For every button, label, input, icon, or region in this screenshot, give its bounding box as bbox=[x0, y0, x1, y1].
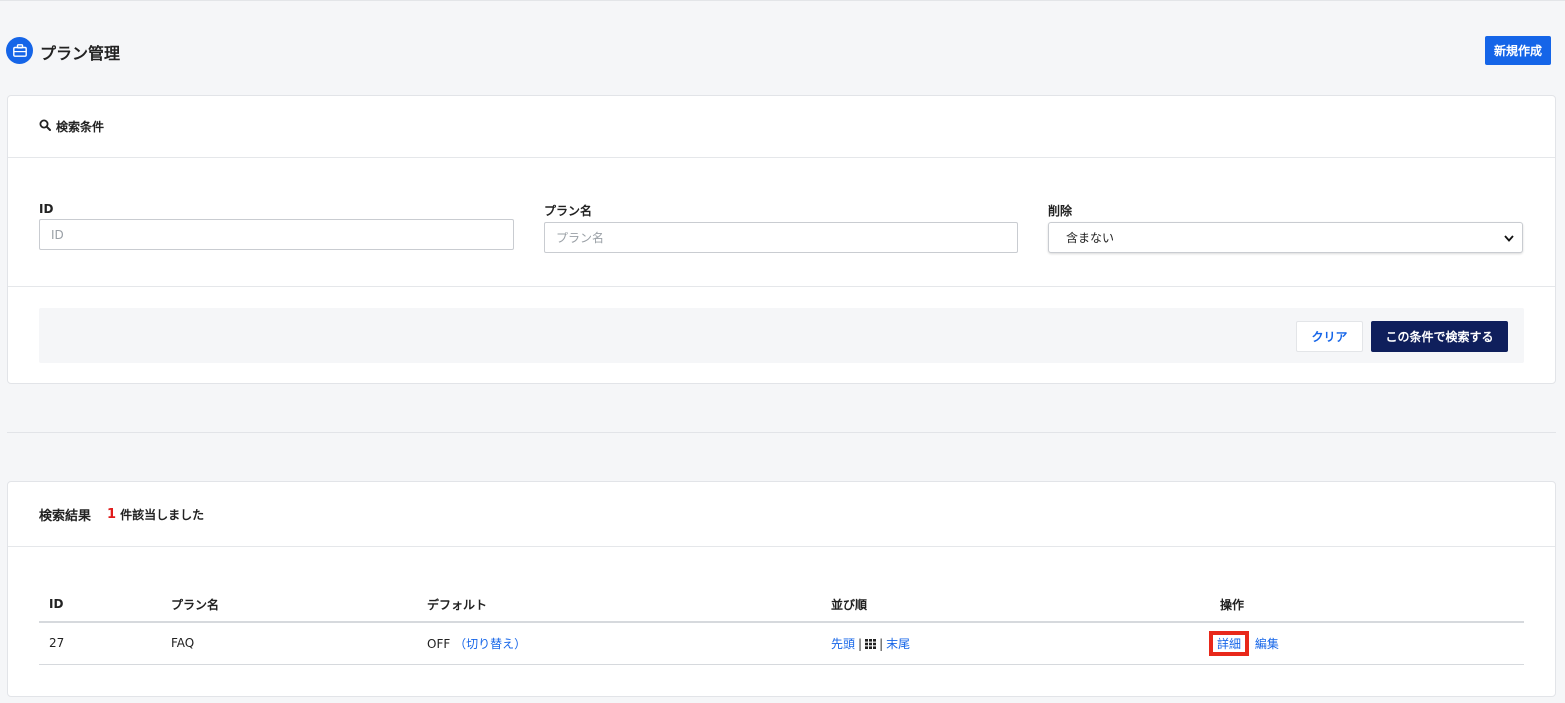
briefcase-icon bbox=[6, 37, 33, 64]
move-first-link[interactable]: 先頭 bbox=[831, 637, 855, 651]
section-divider bbox=[7, 432, 1556, 433]
deleted-select[interactable]: 含まない bbox=[1048, 222, 1523, 253]
chevron-down-icon bbox=[1504, 231, 1514, 245]
search-panel-header: 検索条件 bbox=[8, 96, 1555, 158]
column-header-actions: 操作 bbox=[1220, 587, 1524, 623]
toggle-default-link[interactable]: （切り替え） bbox=[454, 637, 526, 651]
move-last-link[interactable]: 末尾 bbox=[886, 637, 910, 651]
edit-link[interactable]: 編集 bbox=[1255, 637, 1279, 651]
search-panel-title: 検索条件 bbox=[56, 120, 105, 134]
page-header: プラン管理 新規作成 bbox=[6, 36, 1551, 66]
row-id: 27 bbox=[39, 622, 171, 665]
id-label: ID bbox=[39, 202, 54, 216]
results-count-suffix: 件該当しました bbox=[120, 507, 205, 522]
table-row: 27 FAQ OFF （切り替え） 先頭 | | 末尾 詳細 編集 bbox=[39, 622, 1524, 665]
results-title: 検索結果 bbox=[39, 508, 92, 524]
search-icon bbox=[39, 119, 51, 135]
table-header-row: ID プラン名 デフォルト 並び順 操作 bbox=[39, 587, 1524, 623]
deleted-field-group: 削除 含まない bbox=[1048, 202, 1523, 253]
row-order-cell: 先頭 | | 末尾 bbox=[831, 622, 1220, 665]
results-panel: 検索結果 1 件該当しました ID プラン名 デフォルト 並び順 操作 27 F… bbox=[7, 481, 1556, 697]
column-header-name: プラン名 bbox=[171, 587, 427, 623]
id-field-group: ID bbox=[39, 202, 514, 250]
column-header-order: 並び順 bbox=[831, 587, 1220, 623]
separator: | bbox=[858, 636, 863, 651]
new-create-button[interactable]: 新規作成 bbox=[1484, 36, 1551, 65]
column-header-default: デフォルト bbox=[427, 587, 831, 623]
results-table: ID プラン名 デフォルト 並び順 操作 27 FAQ OFF （切り替え） 先… bbox=[39, 587, 1524, 665]
search-panel: 検索条件 ID プラン名 削除 含まない クリア この条件で検索する bbox=[7, 95, 1556, 384]
id-input[interactable] bbox=[39, 219, 514, 250]
detail-link[interactable]: 詳細 bbox=[1209, 630, 1250, 656]
row-default-cell: OFF （切り替え） bbox=[427, 622, 831, 665]
page-title: プラン管理 bbox=[40, 44, 121, 63]
results-count: 1 bbox=[107, 506, 117, 522]
clear-button[interactable]: クリア bbox=[1296, 321, 1363, 352]
drag-grid-icon[interactable] bbox=[865, 638, 877, 652]
plan-name-field-group: プラン名 bbox=[544, 202, 1018, 253]
search-action-bar: クリア この条件で検索する bbox=[39, 308, 1524, 363]
separator: | bbox=[879, 636, 884, 651]
row-default-value: OFF bbox=[427, 636, 451, 651]
plan-name-label: プラン名 bbox=[544, 204, 593, 218]
row-actions-cell: 詳細 編集 bbox=[1209, 622, 1524, 665]
plan-name-input[interactable] bbox=[544, 222, 1018, 253]
deleted-label: 削除 bbox=[1048, 204, 1073, 218]
row-plan-name: FAQ bbox=[171, 622, 427, 665]
results-header: 検索結果 1 件該当しました bbox=[8, 482, 1555, 547]
search-fields: ID プラン名 削除 含まない bbox=[8, 158, 1555, 287]
column-header-id: ID bbox=[39, 587, 171, 623]
results-table-wrap: ID プラン名 デフォルト 並び順 操作 27 FAQ OFF （切り替え） 先… bbox=[39, 587, 1524, 665]
search-submit-button[interactable]: この条件で検索する bbox=[1371, 321, 1508, 352]
deleted-select-value: 含まない bbox=[1066, 231, 1115, 245]
